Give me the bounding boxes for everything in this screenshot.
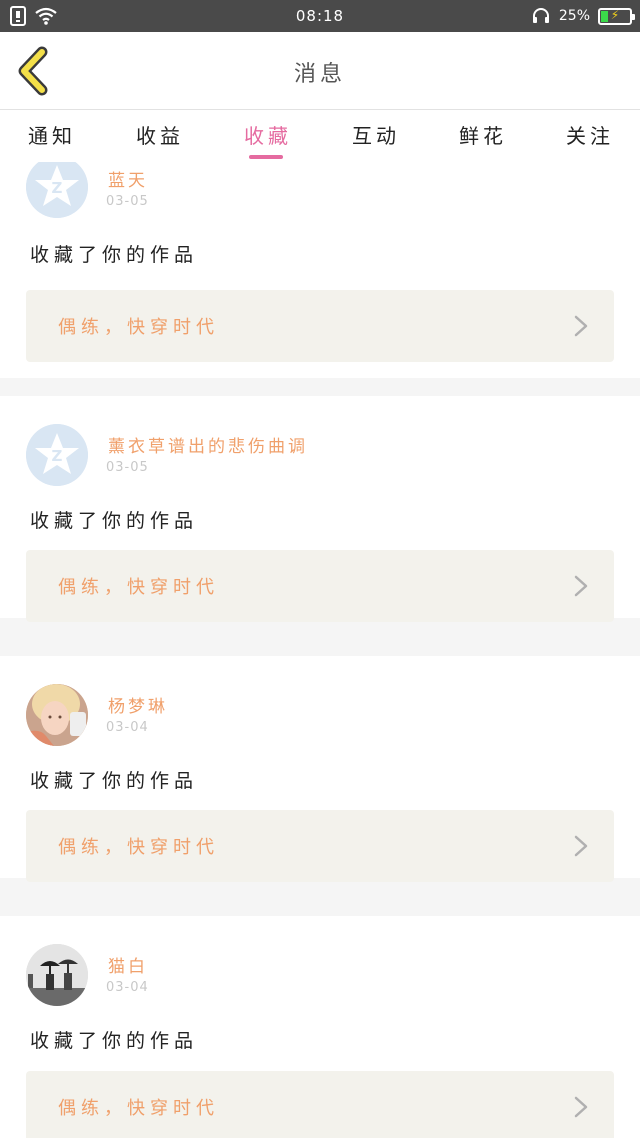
- header: 消息: [0, 32, 640, 110]
- message-date: 03-04: [106, 980, 149, 995]
- username[interactable]: 蓝天: [108, 166, 148, 191]
- qq-default-avatar-icon: Z: [26, 162, 88, 218]
- photo-avatar-girl-icon: [26, 684, 88, 746]
- username[interactable]: 杨梦琳: [108, 692, 168, 717]
- message-list[interactable]: Z 蓝天 03-05 收藏了你的作品 偶练，快穿时代 Z 薰衣草谱出的悲伤曲调 …: [0, 162, 640, 1138]
- message-date: 03-05: [106, 460, 149, 475]
- list-item: Z 蓝天 03-05 收藏了你的作品 偶练，快穿时代: [0, 162, 640, 378]
- tab-following[interactable]: 关注: [566, 120, 614, 149]
- list-item: Z 薰衣草谱出的悲伤曲调 03-05 收藏了你的作品 偶练，快穿时代: [0, 396, 640, 622]
- active-tab-indicator: [249, 155, 283, 159]
- tab-notifications[interactable]: 通知: [28, 120, 76, 149]
- work-title: 偶练，快穿时代: [58, 837, 219, 858]
- headset-icon: [532, 8, 549, 23]
- work-link[interactable]: 偶练，快穿时代: [26, 1071, 614, 1138]
- tab-flowers[interactable]: 鲜花: [459, 120, 507, 149]
- work-link[interactable]: 偶练，快穿时代: [26, 550, 614, 622]
- work-title: 偶练，快穿时代: [58, 317, 219, 338]
- battery-icon: ⚡: [598, 7, 635, 25]
- chevron-right-icon: [574, 315, 588, 337]
- work-title: 偶练，快穿时代: [58, 1098, 219, 1119]
- message-date: 03-05: [106, 194, 149, 209]
- page-title: 消息: [293, 62, 346, 87]
- photo-avatar-umbrella-icon: [26, 944, 88, 1006]
- action-text: 收藏了你的作品: [30, 510, 199, 532]
- avatar[interactable]: [26, 684, 88, 746]
- charging-bolt-icon: ⚡: [610, 7, 620, 22]
- action-text: 收藏了你的作品: [30, 244, 199, 266]
- status-right-icons: 25% ⚡: [531, 6, 635, 26]
- list-item: 杨梦琳 03-04 收藏了你的作品 偶练，快穿时代: [0, 656, 640, 882]
- chevron-right-icon: [574, 1096, 588, 1118]
- avatar[interactable]: Z: [26, 162, 88, 218]
- message-date: 03-04: [106, 720, 149, 735]
- action-text: 收藏了你的作品: [30, 1030, 199, 1052]
- tab-bar: 通知 收益 收藏 互动 鲜花 关注: [0, 110, 640, 162]
- battery-percent: 25%: [558, 8, 590, 24]
- chevron-right-icon: [574, 835, 588, 857]
- tab-earnings[interactable]: 收益: [136, 120, 184, 149]
- status-bar: 08:18 25% ⚡: [0, 0, 640, 32]
- qq-default-avatar-icon: Z: [26, 424, 88, 486]
- tab-favorites[interactable]: 收藏: [244, 120, 292, 149]
- avatar[interactable]: Z: [26, 424, 88, 486]
- work-link[interactable]: 偶练，快穿时代: [26, 810, 614, 882]
- username[interactable]: 薰衣草谱出的悲伤曲调: [108, 432, 308, 457]
- svg-text:Z: Z: [52, 179, 63, 197]
- work-link[interactable]: 偶练，快穿时代: [26, 290, 614, 362]
- chevron-right-icon: [574, 575, 588, 597]
- tab-interactions[interactable]: 互动: [352, 120, 400, 149]
- action-text: 收藏了你的作品: [30, 770, 199, 792]
- work-title: 偶练，快穿时代: [58, 577, 219, 598]
- list-item: 猫白 03-04 收藏了你的作品 偶练，快穿时代: [0, 916, 640, 1138]
- username[interactable]: 猫白: [108, 952, 148, 977]
- avatar[interactable]: [26, 944, 88, 1006]
- svg-text:Z: Z: [52, 447, 63, 465]
